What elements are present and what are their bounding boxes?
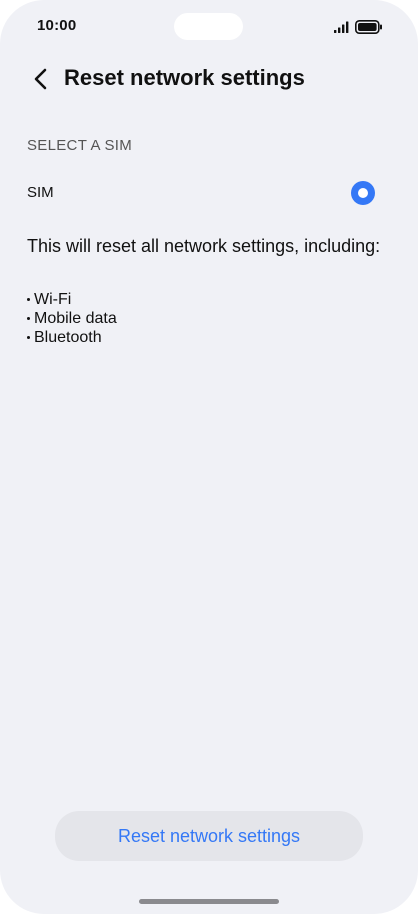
home-indicator[interactable] [139,899,279,904]
back-button[interactable] [26,64,56,94]
reset-network-settings-button[interactable]: Reset network settings [55,811,363,861]
dynamic-island [174,13,243,40]
sim-option-row[interactable]: SIM [0,168,418,216]
page-title: Reset network settings [64,65,305,90]
battery-full-icon [355,20,382,34]
list-item: Bluetooth [27,328,117,347]
header: Reset network settings [0,55,418,103]
bullet-icon [27,298,30,301]
list-item: Wi-Fi [27,290,117,309]
status-bar: 10:00 [0,0,418,54]
list-item-label: Wi-Fi [34,291,72,308]
reset-items-list: Wi-Fi Mobile data Bluetooth [27,290,117,347]
status-time: 10:00 [37,17,77,34]
phone-screen: 10:00 Reset network settings SELECT A SI… [0,0,418,914]
list-item: Mobile data [27,309,117,328]
sim-radio-button[interactable] [351,181,375,205]
list-item-label: Bluetooth [34,329,102,346]
bullet-icon [27,317,30,320]
radio-selected-dot [358,188,368,198]
bullet-icon [27,336,30,339]
section-label-select-sim: SELECT A SIM [27,137,133,154]
list-item-label: Mobile data [34,310,117,327]
sim-option-label: SIM [27,184,54,201]
cellular-signal-icon [334,21,349,33]
chevron-left-icon [34,68,47,90]
reset-description: This will reset all network settings, in… [27,236,381,256]
